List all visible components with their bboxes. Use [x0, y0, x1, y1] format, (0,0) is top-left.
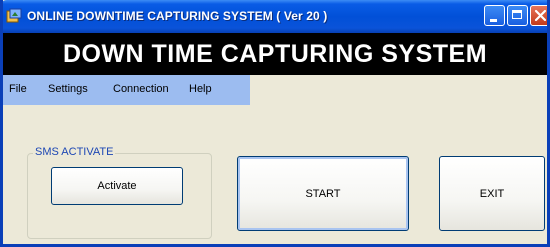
menu-settings[interactable]: Settings: [48, 83, 88, 95]
start-button[interactable]: START: [237, 156, 409, 231]
application-window: ONLINE DOWNTIME CAPTURING SYSTEM ( Ver 2…: [0, 0, 550, 247]
maximize-button[interactable]: [507, 5, 528, 26]
menu-bar: File Settings Connection Help: [3, 75, 250, 105]
close-icon: [534, 9, 547, 22]
sms-activate-label: SMS ACTIVATE: [33, 146, 116, 158]
system-banner: DOWN TIME CAPTURING SYSTEM: [3, 33, 547, 75]
menu-file[interactable]: File: [9, 83, 27, 95]
activate-button[interactable]: Activate: [51, 167, 183, 205]
title-bar[interactable]: ONLINE DOWNTIME CAPTURING SYSTEM ( Ver 2…: [3, 0, 547, 33]
close-button[interactable]: [530, 5, 547, 26]
menu-help[interactable]: Help: [189, 83, 212, 95]
menu-connection[interactable]: Connection: [113, 83, 169, 95]
app-icon[interactable]: [6, 8, 22, 24]
window-title: ONLINE DOWNTIME CAPTURING SYSTEM ( Ver 2…: [27, 9, 328, 23]
minimize-button[interactable]: [484, 5, 505, 26]
exit-button[interactable]: EXIT: [439, 156, 545, 231]
